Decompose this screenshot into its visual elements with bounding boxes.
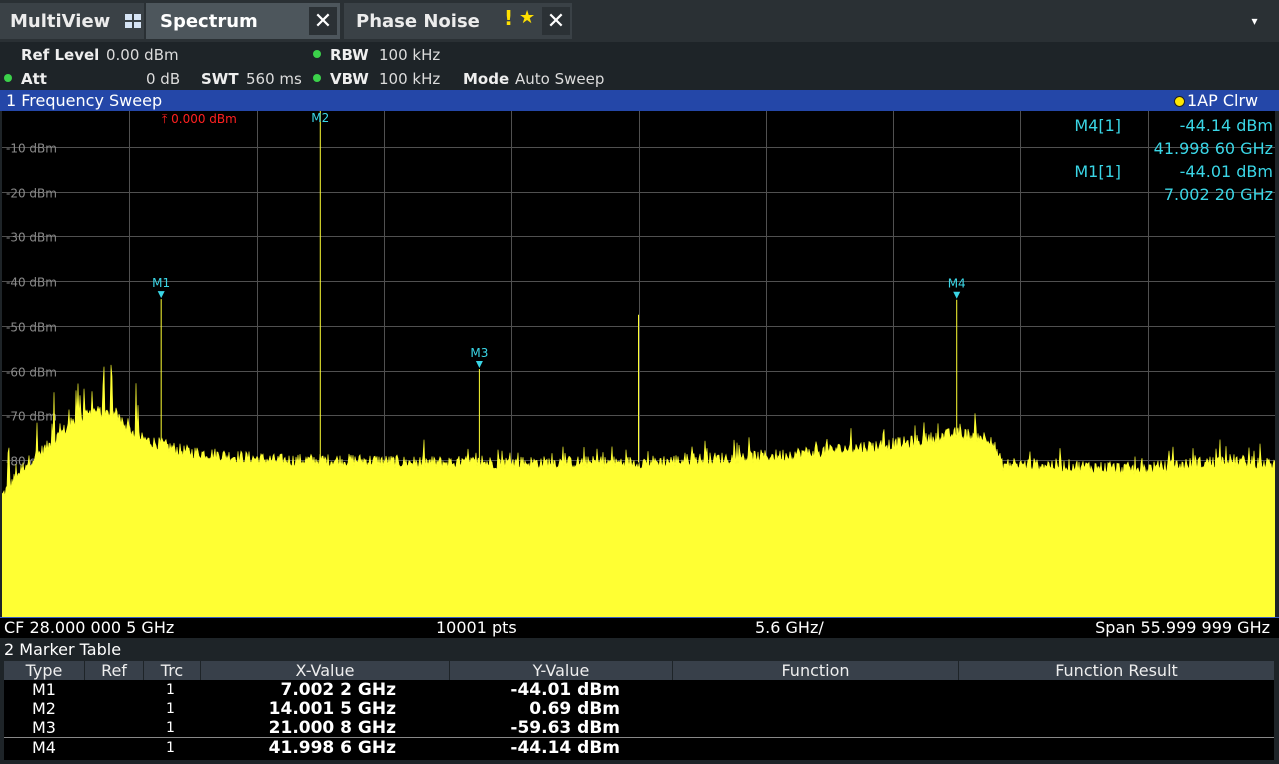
tab-bar: MultiView Spectrum ✕ Phase Noise ! ★ ✕ ▾ bbox=[0, 0, 1279, 42]
marker-info-name: M4[1] bbox=[1074, 116, 1121, 135]
marker-trace: 1 bbox=[166, 740, 175, 756]
column-header: Type bbox=[4, 661, 85, 680]
table-row[interactable]: M3 1 21.000 8 GHz -59.63 dBm bbox=[4, 718, 1274, 738]
table-row[interactable]: M4 1 41.998 6 GHz -44.14 dBm bbox=[4, 737, 1274, 758]
diagram-footer: CF 28.000 000 5 GHz 10001 pts 5.6 GHz/ S… bbox=[0, 617, 1279, 638]
ref-arrow-icon: ⤒ bbox=[162, 112, 168, 126]
marker-x-value: 21.000 8 GHz bbox=[268, 718, 396, 738]
rbw-label: RBW bbox=[330, 46, 369, 64]
marker-trace: 1 bbox=[166, 682, 175, 698]
mode-value[interactable]: Auto Sweep bbox=[515, 70, 604, 88]
y-tick-label: -10 dBm bbox=[6, 142, 57, 156]
diagram-header[interactable]: 1 Frequency Sweep 1AP Clrw bbox=[0, 90, 1279, 111]
rbw-status-icon bbox=[313, 50, 321, 58]
vbw-label: VBW bbox=[330, 70, 369, 88]
y-tick-label: -70 dBm bbox=[6, 410, 57, 424]
marker-icon bbox=[157, 291, 165, 299]
marker-info-box: M4[1] -44.14 dBm 41.998 60 GHz M1[1] -44… bbox=[1074, 114, 1273, 206]
marker-type: M4 bbox=[32, 738, 56, 757]
marker-x-value: 14.001 5 GHz bbox=[268, 699, 396, 719]
center-frequency[interactable]: CF 28.000 000 5 GHz bbox=[4, 618, 174, 637]
settings-panel: Ref Level 0.00 dBm Att 0 dB SWT 560 ms R… bbox=[0, 42, 1279, 90]
marker-label: M1 bbox=[152, 276, 170, 290]
marker-table[interactable]: 2 Marker Table Type Ref Trc X-Value Y-Va… bbox=[0, 638, 1279, 764]
marker-label: M2 bbox=[311, 111, 329, 125]
table-row[interactable]: M2 1 14.001 5 GHz 0.69 dBm bbox=[4, 699, 1274, 719]
tab-multiview[interactable]: MultiView bbox=[0, 3, 144, 39]
marker-type: M3 bbox=[32, 718, 56, 737]
diagram-title: 1 Frequency Sweep bbox=[6, 91, 163, 110]
tab-multiview-label: MultiView bbox=[10, 10, 111, 32]
ref-level-value[interactable]: 0.00 dBm bbox=[106, 46, 179, 64]
marker-icon bbox=[953, 291, 961, 299]
marker-y-value: 0.69 dBm bbox=[529, 699, 620, 719]
marker-table-title: 2 Marker Table bbox=[4, 640, 122, 659]
att-label: Att bbox=[21, 70, 47, 88]
column-header: Trc bbox=[144, 661, 201, 680]
tab-phase-noise-label: Phase Noise bbox=[356, 10, 480, 32]
marker-label: M4 bbox=[948, 277, 966, 291]
y-tick-label: -30 dBm bbox=[6, 231, 57, 245]
swt-value[interactable]: 560 ms bbox=[246, 70, 302, 88]
spectrum-diagram[interactable]: -10 dBm -20 dBm -30 dBm -40 dBm -50 dBm -60 d… bbox=[2, 111, 1275, 617]
span[interactable]: Span 55.999 999 GHz bbox=[1095, 618, 1270, 637]
ref-level-marker: ⤒ 0.000 dBm bbox=[162, 112, 237, 127]
marker-info-level: -44.01 dBm bbox=[1179, 162, 1273, 181]
marker-y-value: -59.63 dBm bbox=[510, 718, 620, 738]
trace-indicator-icon bbox=[1174, 96, 1185, 107]
marker-info-name: M1[1] bbox=[1074, 162, 1121, 181]
marker-trace: 1 bbox=[166, 701, 175, 717]
marker-table-body: M1 1 7.002 2 GHz -44.01 dBm M2 1 14.001 … bbox=[4, 680, 1274, 760]
att-value[interactable]: 0 dB bbox=[146, 70, 180, 88]
y-tick-label: -50 dBm bbox=[6, 321, 57, 335]
column-header: X-Value bbox=[201, 661, 450, 680]
marker-y-value: -44.14 dBm bbox=[510, 738, 620, 758]
vbw-status-icon bbox=[313, 74, 321, 82]
marker-icon bbox=[475, 361, 483, 369]
close-icon[interactable]: ✕ bbox=[309, 7, 337, 35]
sweep-points[interactable]: 10001 pts bbox=[436, 618, 517, 637]
tab-phase-noise[interactable]: Phase Noise ! ★ ✕ bbox=[344, 3, 572, 39]
marker-table-header: Type Ref Trc X-Value Y-Value Function Fu… bbox=[4, 661, 1274, 680]
y-tick-label: -40 dBm bbox=[6, 276, 57, 290]
close-icon[interactable]: ✕ bbox=[542, 7, 570, 35]
tab-spectrum-label: Spectrum bbox=[160, 10, 258, 32]
marker-info-freq: 41.998 60 GHz bbox=[1153, 139, 1273, 158]
swt-label: SWT bbox=[201, 70, 239, 88]
marker-y-value: -44.01 dBm bbox=[510, 680, 620, 700]
chevron-down-icon[interactable]: ▾ bbox=[1232, 4, 1277, 38]
warning-icon: ! bbox=[504, 6, 514, 30]
tab-spectrum[interactable]: Spectrum ✕ bbox=[146, 3, 340, 39]
marker-label: M3 bbox=[470, 346, 488, 360]
star-icon: ★ bbox=[519, 7, 536, 28]
y-tick-label: -20 dBm bbox=[6, 187, 57, 201]
column-header: Ref bbox=[85, 661, 144, 680]
trace-label[interactable]: 1AP Clrw bbox=[1187, 91, 1258, 110]
vbw-value[interactable]: 100 kHz bbox=[379, 70, 440, 88]
marker-trace: 1 bbox=[166, 720, 175, 736]
column-header: Y-Value bbox=[450, 661, 673, 680]
marker-type: M2 bbox=[32, 699, 56, 718]
y-tick-label: -60 dBm bbox=[6, 366, 57, 380]
marker-x-value: 41.998 6 GHz bbox=[268, 738, 396, 758]
ref-level-label: Ref Level bbox=[21, 46, 100, 64]
table-row[interactable]: M1 1 7.002 2 GHz -44.01 dBm bbox=[4, 680, 1274, 700]
att-status-icon bbox=[4, 74, 12, 82]
column-header: Function Result bbox=[1055, 661, 1178, 680]
rbw-value[interactable]: 100 kHz bbox=[379, 46, 440, 64]
ref-level-marker-label: 0.000 dBm bbox=[171, 112, 237, 126]
marker-type: M1 bbox=[32, 680, 56, 699]
mode-label: Mode bbox=[463, 70, 510, 88]
multiview-icon bbox=[125, 14, 141, 28]
marker-info-freq: 7.002 20 GHz bbox=[1163, 185, 1273, 204]
frequency-per-division: 5.6 GHz/ bbox=[755, 618, 824, 637]
marker-info-level: -44.14 dBm bbox=[1179, 116, 1273, 135]
marker-x-value: 7.002 2 GHz bbox=[280, 680, 396, 700]
column-header: Function bbox=[673, 661, 959, 680]
